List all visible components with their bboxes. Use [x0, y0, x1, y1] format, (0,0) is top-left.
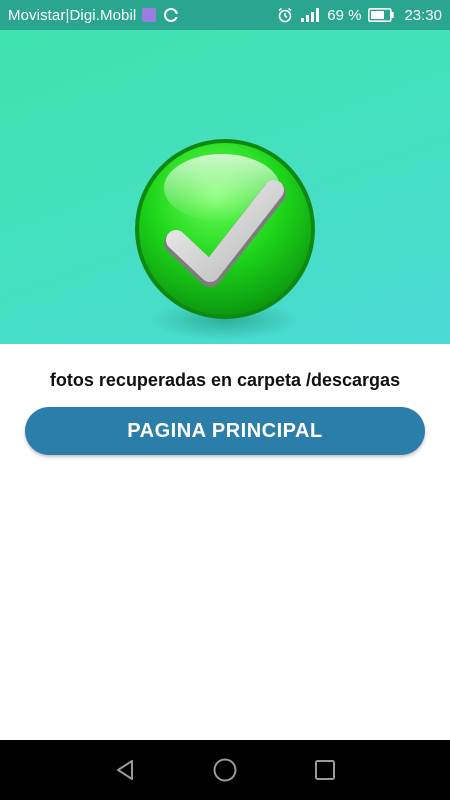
hero-banner	[0, 30, 450, 344]
recents-icon	[315, 760, 335, 780]
nav-home-button[interactable]	[195, 740, 255, 800]
nav-recents-button[interactable]	[295, 740, 355, 800]
google-icon	[164, 8, 180, 22]
battery-percent: 69 %	[327, 6, 362, 24]
app-badge-icon	[142, 8, 157, 22]
clock: 23:30	[404, 6, 442, 24]
check-icon	[135, 139, 315, 319]
main-page-button[interactable]: PAGINA PRINCIPAL	[25, 407, 425, 455]
status-right: 69 % 23:30	[277, 7, 442, 24]
navigation-bar	[0, 740, 450, 800]
status-left: Movistar|Digi.Mobil	[8, 6, 180, 24]
status-bar: Movistar|Digi.Mobil 69 % 23:30	[0, 0, 450, 30]
alarm-icon	[278, 7, 292, 23]
back-icon	[117, 760, 133, 780]
battery-icon	[368, 8, 395, 22]
recovery-message: fotos recuperadas en carpeta /descargas	[49, 370, 401, 390]
nav-back-button[interactable]	[95, 740, 155, 800]
signal-icon	[301, 8, 320, 22]
carrier-name: Movistar|Digi.Mobil	[8, 6, 137, 24]
home-icon	[213, 758, 237, 782]
